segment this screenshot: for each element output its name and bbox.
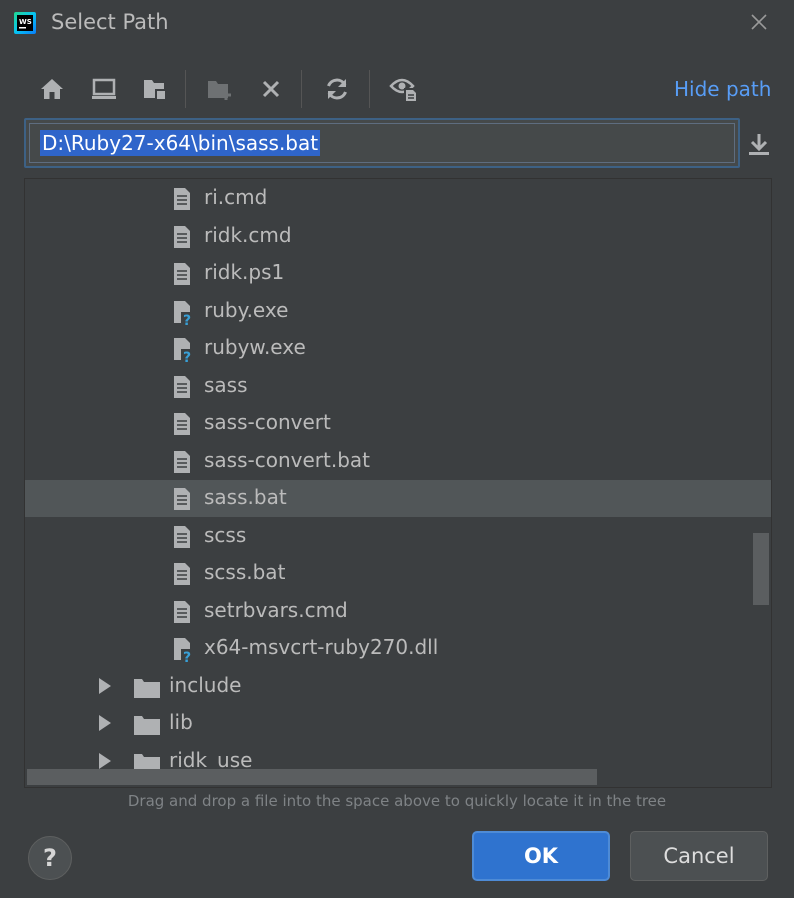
expand-arrow-icon[interactable]	[97, 677, 113, 694]
tree-item-label: include	[169, 672, 242, 697]
expand-arrow-icon[interactable]	[97, 752, 113, 769]
svg-text:?: ?	[183, 313, 191, 326]
tree-item-label: sass-convert	[204, 410, 331, 434]
toolbar-separator	[185, 70, 186, 108]
window-title: Select Path	[51, 10, 169, 34]
tree-item-label: scss	[204, 522, 247, 547]
unknown-file-icon: ?	[174, 638, 195, 663]
tree-file-row[interactable]: ? x64-msvcrt-ruby270.dll	[25, 630, 771, 667]
download-icon[interactable]	[744, 128, 774, 160]
text-file-icon	[174, 413, 190, 435]
folder-icon	[134, 716, 160, 735]
show-hidden-icon	[389, 78, 417, 102]
help-button[interactable]: ?	[28, 836, 72, 880]
text-file-icon	[174, 225, 190, 248]
text-file-icon	[174, 600, 190, 623]
home-button[interactable]	[36, 72, 68, 106]
delete-button[interactable]	[255, 72, 287, 106]
tree-file-row[interactable]: scss.bat	[25, 555, 771, 592]
tree-item-label: rubyw.exe	[204, 335, 306, 359]
webstorm-icon: WS	[14, 12, 36, 34]
tree-item-label: sass	[204, 372, 248, 397]
new-folder-icon	[208, 81, 231, 100]
horizontal-scrollbar[interactable]	[27, 769, 597, 785]
new-folder-button[interactable]	[204, 72, 236, 106]
file-tree[interactable]: ridk_use lib include? x64-msvcrt-ruby270.dl…	[24, 178, 772, 788]
drag-drop-hint: Drag and drop a file into the space abov…	[127, 792, 667, 810]
desktop-icon	[92, 78, 116, 99]
delete-icon	[262, 80, 280, 98]
text-file-icon	[174, 525, 190, 548]
project-folder-button[interactable]	[139, 72, 171, 106]
tree-item-label: ridk.cmd	[204, 222, 292, 247]
tree-file-row[interactable]: ridk.ps1	[25, 255, 771, 292]
refresh-button[interactable]	[321, 72, 353, 106]
text-file-icon	[174, 263, 190, 285]
home-icon	[41, 79, 63, 99]
close-icon[interactable]	[748, 11, 770, 33]
tree-folder-row[interactable]: lib	[25, 705, 771, 742]
vertical-scrollbar[interactable]	[753, 533, 769, 605]
svg-text:WS: WS	[19, 18, 32, 26]
show-hidden-button[interactable]	[388, 72, 420, 106]
tree-file-row[interactable]: setrbvars.cmd	[25, 593, 771, 630]
expand-arrow-icon[interactable]	[97, 715, 113, 731]
svg-text:?: ?	[183, 650, 191, 663]
tree-item-label: x64-msvcrt-ruby270.dll	[204, 635, 439, 659]
tree-item-label: ri.cmd	[204, 185, 268, 209]
unknown-file-icon: ?	[174, 300, 195, 326]
tree-file-row[interactable]: ? rubyw.exe	[25, 330, 771, 367]
text-file-icon	[174, 563, 190, 585]
tree-file-row[interactable]: scss	[25, 518, 771, 555]
text-file-icon	[174, 488, 190, 510]
tree-item-label: scss.bat	[204, 560, 286, 584]
tree-file-row[interactable]: sass-convert.bat	[25, 443, 771, 480]
toolbar-separator	[301, 70, 302, 108]
text-file-icon	[174, 375, 190, 398]
refresh-icon	[327, 78, 347, 100]
project-folder-icon	[144, 80, 166, 100]
hide-path-link[interactable]: Hide path	[674, 77, 771, 101]
tree-item-label: sass-convert.bat	[204, 447, 370, 472]
ok-button[interactable]: OK	[472, 831, 610, 881]
tree-item-label: lib	[169, 710, 193, 734]
tree-item-label: setrbvars.cmd	[204, 597, 348, 622]
tree-folder-row[interactable]: include	[25, 668, 771, 705]
tree-item-label: ruby.exe	[204, 297, 289, 322]
file-chooser-toolbar	[28, 68, 728, 112]
tree-file-row[interactable]: ? ruby.exe	[25, 293, 771, 330]
text-file-icon	[174, 188, 190, 210]
toolbar-separator	[369, 70, 370, 108]
tree-item-label: ridk.ps1	[204, 260, 285, 284]
tree-item-label: ridk_use	[169, 747, 253, 772]
tree-file-row[interactable]: sass	[25, 368, 771, 405]
text-file-icon	[174, 450, 190, 473]
folder-icon	[134, 678, 160, 698]
tree-file-row[interactable]: sass.bat	[25, 480, 771, 517]
tree-file-row[interactable]: sass-convert	[25, 405, 771, 442]
path-input-value[interactable]: D:\Ruby27-x64\bin\sass.bat	[40, 130, 321, 156]
tree-file-row[interactable]: ridk.cmd	[25, 218, 771, 255]
tree-file-row[interactable]: ri.cmd	[25, 180, 771, 217]
tree-item-label: sass.bat	[204, 485, 287, 509]
path-input[interactable]: D:\Ruby27-x64\bin\sass.bat	[24, 118, 740, 168]
title-bar: WS Select Path	[0, 0, 794, 48]
cancel-button[interactable]: Cancel	[630, 831, 768, 881]
unknown-file-icon: ?	[174, 338, 195, 363]
svg-text:?: ?	[183, 350, 191, 363]
desktop-button[interactable]	[88, 72, 120, 106]
